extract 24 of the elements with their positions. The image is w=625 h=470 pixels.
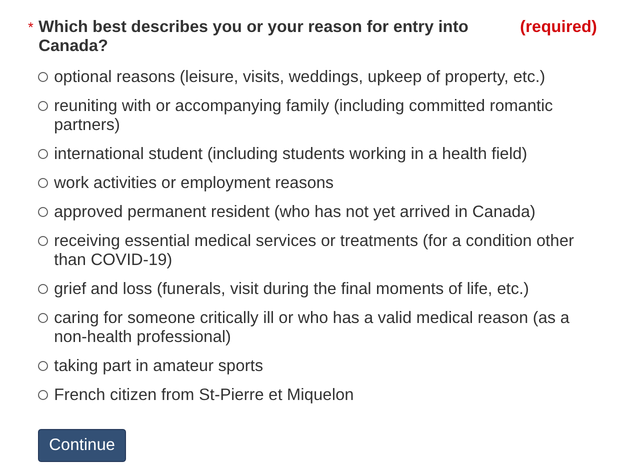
radio-button[interactable]	[38, 101, 48, 111]
option-label[interactable]: work activities or employment reasons	[54, 174, 334, 193]
option-label[interactable]: optional reasons (leisure, visits, weddings, upkeep of property, etc.)	[54, 68, 546, 87]
radio-button[interactable]	[38, 178, 48, 188]
option-label[interactable]: receiving essential medical services or treatments (for a condition other than COVID-19)	[54, 232, 597, 270]
option-label[interactable]: caring for someone critically ill or who has a valid medical reason (as a non-health professional)	[54, 309, 597, 347]
option-label[interactable]: taking part in amateur sports	[54, 357, 264, 376]
option-label[interactable]: reuniting with or accompanying family (including committed romantic partners)	[54, 97, 597, 135]
radio-button[interactable]	[38, 72, 48, 82]
question-text: Which best describes you or your reason for entry into Canada?	[38, 18, 470, 56]
radio-button[interactable]	[38, 284, 48, 294]
option-label[interactable]: French citizen from St-Pierre et Miquelon	[54, 386, 354, 405]
option-label[interactable]: international student (including students working in a health field)	[54, 145, 528, 164]
radio-button[interactable]	[38, 361, 48, 371]
required-note: (required)	[520, 18, 597, 37]
option-label[interactable]: approved permanent resident (who has not yet arrived in Canada)	[54, 203, 536, 222]
radio-button[interactable]	[38, 149, 48, 159]
option-label[interactable]: grief and loss (funerals, visit during the final moments of life, etc.)	[54, 280, 530, 299]
continue-button[interactable]: Continue	[38, 429, 126, 462]
radio-button[interactable]	[38, 236, 48, 246]
radio-button[interactable]	[38, 390, 48, 400]
required-asterisk: *	[28, 19, 34, 35]
radio-button[interactable]	[38, 207, 48, 217]
radio-button[interactable]	[38, 313, 48, 323]
